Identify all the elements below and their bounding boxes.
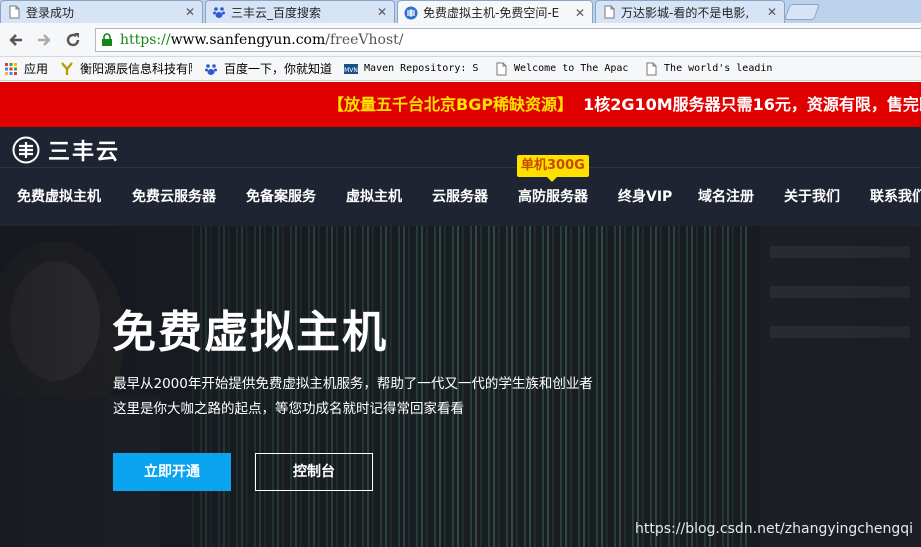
- bookmark-worlds-leading[interactable]: The world's leadin: [640, 58, 786, 80]
- nav-cloud-server[interactable]: 云服务器: [432, 168, 488, 226]
- bookmark-hengyang[interactable]: 衡阳源辰信息科技有限: [56, 58, 196, 80]
- tab-title: 登录成功: [26, 5, 75, 20]
- close-icon[interactable]: ✕: [184, 5, 196, 19]
- hero-banner: 免费虚拟主机 最早从2000年开始提供免费虚拟主机服务，帮助了一代又一代的学生族…: [0, 226, 921, 547]
- lock-icon: [102, 33, 112, 46]
- bookmark-maven[interactable]: MVN Maven Repository: S: [340, 58, 486, 80]
- bookmark-label: 应用: [24, 62, 49, 76]
- bookmarks-bar: 应用 衡阳源辰信息科技有限 百度一下，你就知道 MVN Maven Reposi…: [0, 57, 921, 81]
- apps-grid-icon: [5, 62, 17, 75]
- mvn-icon: MVN: [344, 63, 359, 74]
- promo-highlight: 【放量五千台北京BGP稀缺资源】: [328, 95, 574, 114]
- hero-subtitle-line1: 最早从2000年开始提供免费虚拟主机服务，帮助了一代又一代的学生族和创业者: [113, 376, 593, 392]
- main-nav: 免费虚拟主机 免费云服务器 免备案服务 虚拟主机 云服务器 高防服务器 终身VI…: [0, 168, 921, 226]
- brand-name: 三丰云: [48, 140, 121, 165]
- baidu-paw-icon: [205, 63, 218, 75]
- promo-banner[interactable]: 【放量五千台北京BGP稀缺资源】 1核2G10M服务器只需16元，资源有限，售完既…: [0, 82, 921, 127]
- browser-tab-baidu[interactable]: 三丰云_百度搜索 ✕: [205, 0, 395, 23]
- bookmark-label: Maven Repository: S: [364, 63, 479, 74]
- site-header: 三丰云: [0, 127, 921, 168]
- tab-title: 免费虚拟主机-免费空间-E: [423, 6, 560, 20]
- bookmark-label: The world's leadin: [664, 63, 773, 74]
- reload-icon: [66, 33, 80, 47]
- hero-title: 免费虚拟主机: [112, 307, 388, 358]
- site-logo[interactable]: 三丰云: [12, 134, 120, 166]
- bookmark-apache[interactable]: Welcome to The Apac: [490, 58, 636, 80]
- address-bar[interactable]: https://www.sanfengyun.com/freeVhost/: [95, 28, 921, 52]
- url-domain: www.sanfengyun.com: [170, 32, 326, 48]
- nav-lifetime-vip[interactable]: 终身VIP: [618, 168, 672, 226]
- back-button[interactable]: [4, 28, 28, 52]
- svg-text:MVN: MVN: [344, 67, 358, 74]
- promo-text: 1核2G10M服务器只需16元，资源有限，售完既止: [583, 95, 921, 114]
- sanfengyun-icon: [404, 6, 418, 19]
- nav-about-us[interactable]: 关于我们: [784, 168, 840, 226]
- close-icon[interactable]: ✕: [766, 5, 778, 19]
- bookmark-baidu[interactable]: 百度一下，你就知道: [200, 58, 336, 80]
- url-protocol: https://: [120, 32, 171, 48]
- nav-domain-registration[interactable]: 域名注册: [698, 168, 754, 226]
- sanfengyun-logo-icon: [12, 136, 40, 164]
- new-tab-button[interactable]: [784, 4, 820, 20]
- arrow-left-icon: [9, 34, 22, 46]
- reload-button[interactable]: [61, 28, 85, 52]
- nav-free-vhost[interactable]: 免费虚拟主机: [17, 168, 101, 226]
- bookmark-apps[interactable]: 应用: [0, 58, 52, 80]
- browser-toolbar: https://www.sanfengyun.com/freeVhost/: [0, 23, 921, 57]
- browser-tab-wanda[interactable]: 万达影城-看的不是电影, ✕: [595, 0, 785, 23]
- browser-tab-login[interactable]: 登录成功 ✕: [0, 0, 203, 23]
- open-now-button[interactable]: 立即开通: [113, 453, 231, 491]
- tab-title: 三丰云_百度搜索: [231, 5, 322, 20]
- baidu-paw-icon: [213, 7, 225, 18]
- url-path: /freeVhost/: [325, 32, 404, 48]
- bookmark-label: 衡阳源辰信息科技有限: [80, 62, 193, 76]
- bookmark-label: Welcome to The Apac: [514, 63, 629, 74]
- nav-no-icp-service[interactable]: 免备案服务: [246, 168, 316, 226]
- console-button[interactable]: 控制台: [255, 453, 373, 491]
- page-icon: [604, 5, 615, 19]
- close-icon[interactable]: ✕: [376, 5, 388, 19]
- tab-title: 万达影城-看的不是电影,: [621, 5, 750, 20]
- page-icon: [9, 5, 20, 19]
- page-icon: [496, 62, 507, 75]
- hero-subtitle-line2: 这里是你大咖之路的起点，等您功成名就时记得常回家看看: [113, 401, 464, 417]
- browser-tab-strip: 登录成功 ✕ 三丰云_百度搜索 ✕ 免费虚拟主机-免费空间-E ✕ 万达影城-看…: [0, 0, 921, 24]
- arrow-right-icon: [38, 34, 51, 46]
- bookmark-label: 百度一下，你就知道: [224, 62, 333, 76]
- page-icon: [646, 62, 657, 75]
- nav-contact-us[interactable]: 联系我们: [870, 168, 921, 226]
- nav-promo-badge: 单机300G: [517, 155, 589, 182]
- close-icon[interactable]: ✕: [574, 6, 586, 20]
- nav-free-cloud-server[interactable]: 免费云服务器: [132, 168, 216, 226]
- csdn-watermark: https://blog.csdn.net/zhangyingchengqi: [635, 521, 913, 537]
- nav-vhost[interactable]: 虚拟主机: [346, 168, 402, 226]
- forward-button[interactable]: [32, 28, 56, 52]
- browser-tab-sanfengyun[interactable]: 免费虚拟主机-免费空间-E ✕: [397, 0, 593, 24]
- y-logo-icon: [61, 61, 73, 75]
